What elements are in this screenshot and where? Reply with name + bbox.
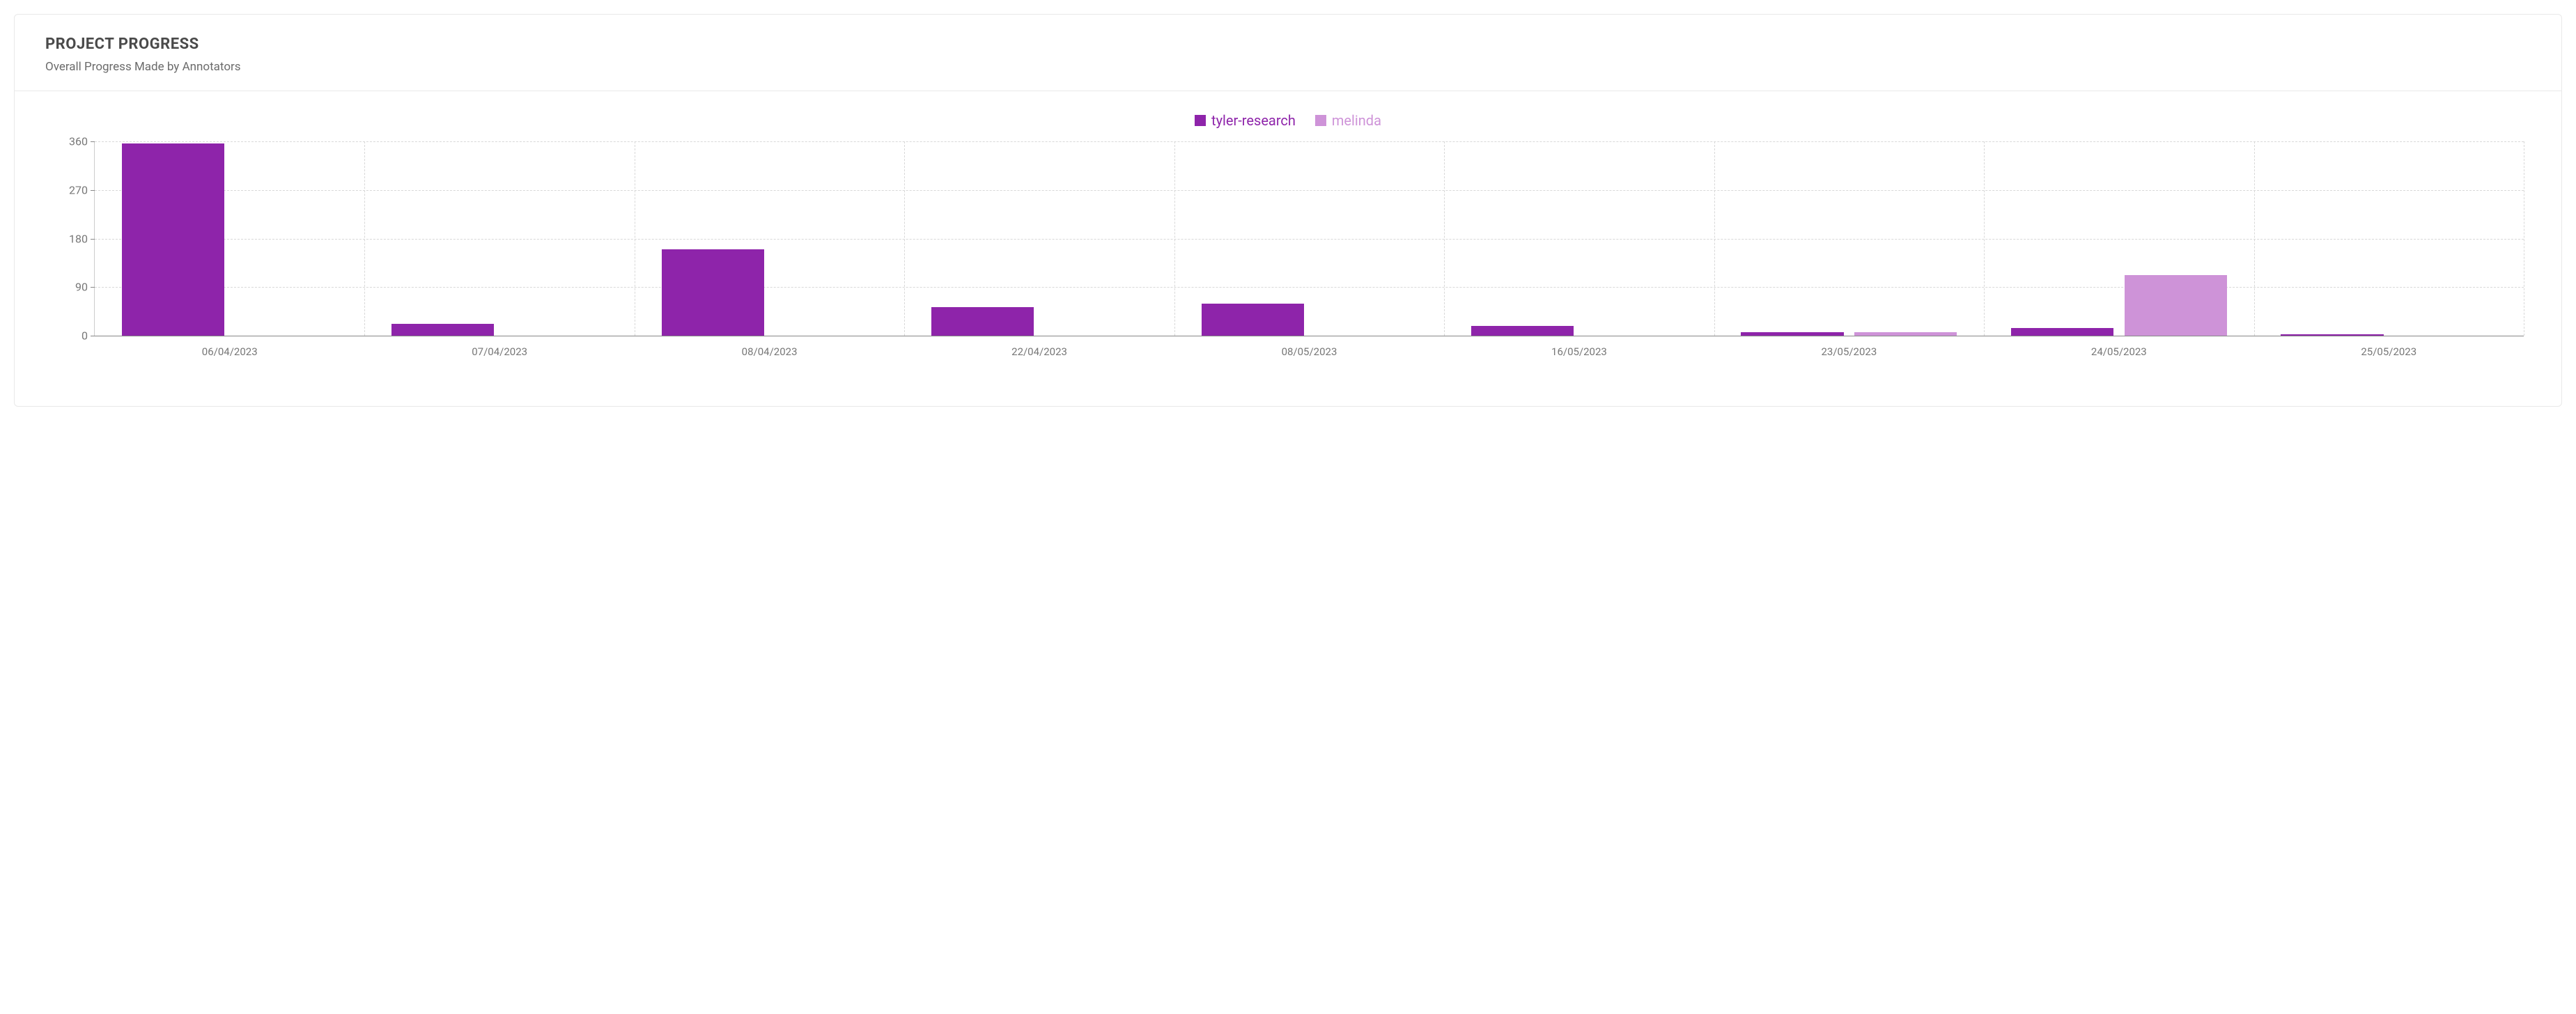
bar-group: 06/04/2023 bbox=[95, 141, 364, 336]
chart-plot: 09018027036006/04/202307/04/202308/04/20… bbox=[45, 141, 2531, 364]
card-subtitle: Overall Progress Made by Annotators bbox=[45, 60, 2531, 74]
bar-group: 08/04/2023 bbox=[635, 141, 904, 336]
x-tick-label: 06/04/2023 bbox=[202, 336, 258, 358]
x-tick-label: 24/05/2023 bbox=[2091, 336, 2147, 358]
x-tick-label: 08/05/2023 bbox=[1282, 336, 1337, 358]
bar-group: 24/05/2023 bbox=[1984, 141, 2253, 336]
chart-container: tyler-researchmelinda 09018027036006/04/… bbox=[15, 91, 2561, 406]
bar-tyler-research[interactable] bbox=[2011, 328, 2113, 336]
legend-item-tyler-research[interactable]: tyler-research bbox=[1195, 112, 1296, 129]
card-header: PROJECT PROGRESS Overall Progress Made b… bbox=[15, 15, 2561, 91]
x-tick-label: 22/04/2023 bbox=[1011, 336, 1067, 358]
legend-item-melinda[interactable]: melinda bbox=[1315, 112, 1381, 129]
bar-group: 22/04/2023 bbox=[904, 141, 1174, 336]
y-tick-label: 270 bbox=[69, 183, 95, 196]
bar-tyler-research[interactable] bbox=[391, 324, 494, 336]
bar-tyler-research[interactable] bbox=[662, 249, 764, 336]
bar-group: 23/05/2023 bbox=[1714, 141, 1984, 336]
x-tick-label: 07/04/2023 bbox=[472, 336, 527, 358]
legend-label: melinda bbox=[1332, 112, 1381, 129]
bar-tyler-research[interactable] bbox=[122, 143, 224, 336]
card-title: PROJECT PROGRESS bbox=[45, 36, 2531, 53]
bar-group: 07/04/2023 bbox=[364, 141, 634, 336]
y-tick-label: 90 bbox=[75, 281, 95, 294]
bar-group: 08/05/2023 bbox=[1174, 141, 1444, 336]
legend-swatch-icon bbox=[1195, 115, 1206, 126]
legend-label: tyler-research bbox=[1211, 112, 1296, 129]
x-tick-label: 16/05/2023 bbox=[1551, 336, 1607, 358]
y-tick-label: 360 bbox=[69, 135, 95, 148]
x-tick-label: 25/05/2023 bbox=[2361, 336, 2416, 358]
bar-tyler-research[interactable] bbox=[1202, 304, 1304, 336]
x-tick-label: 08/04/2023 bbox=[742, 336, 798, 358]
x-tick-label: 23/05/2023 bbox=[1821, 336, 1877, 358]
chart-plot-area: 09018027036006/04/202307/04/202308/04/20… bbox=[94, 141, 2524, 336]
bar-melinda[interactable] bbox=[2125, 275, 2227, 336]
bar-group: 16/05/2023 bbox=[1444, 141, 1714, 336]
chart-legend: tyler-research melinda bbox=[45, 112, 2531, 129]
bar-tyler-research[interactable] bbox=[931, 307, 1034, 336]
y-tick-label: 0 bbox=[82, 329, 95, 343]
bar-tyler-research[interactable] bbox=[1471, 326, 1574, 336]
legend-swatch-icon bbox=[1315, 115, 1326, 126]
project-progress-card: PROJECT PROGRESS Overall Progress Made b… bbox=[14, 14, 2562, 407]
y-tick-label: 180 bbox=[69, 232, 95, 245]
bar-group: 25/05/2023 bbox=[2254, 141, 2524, 336]
